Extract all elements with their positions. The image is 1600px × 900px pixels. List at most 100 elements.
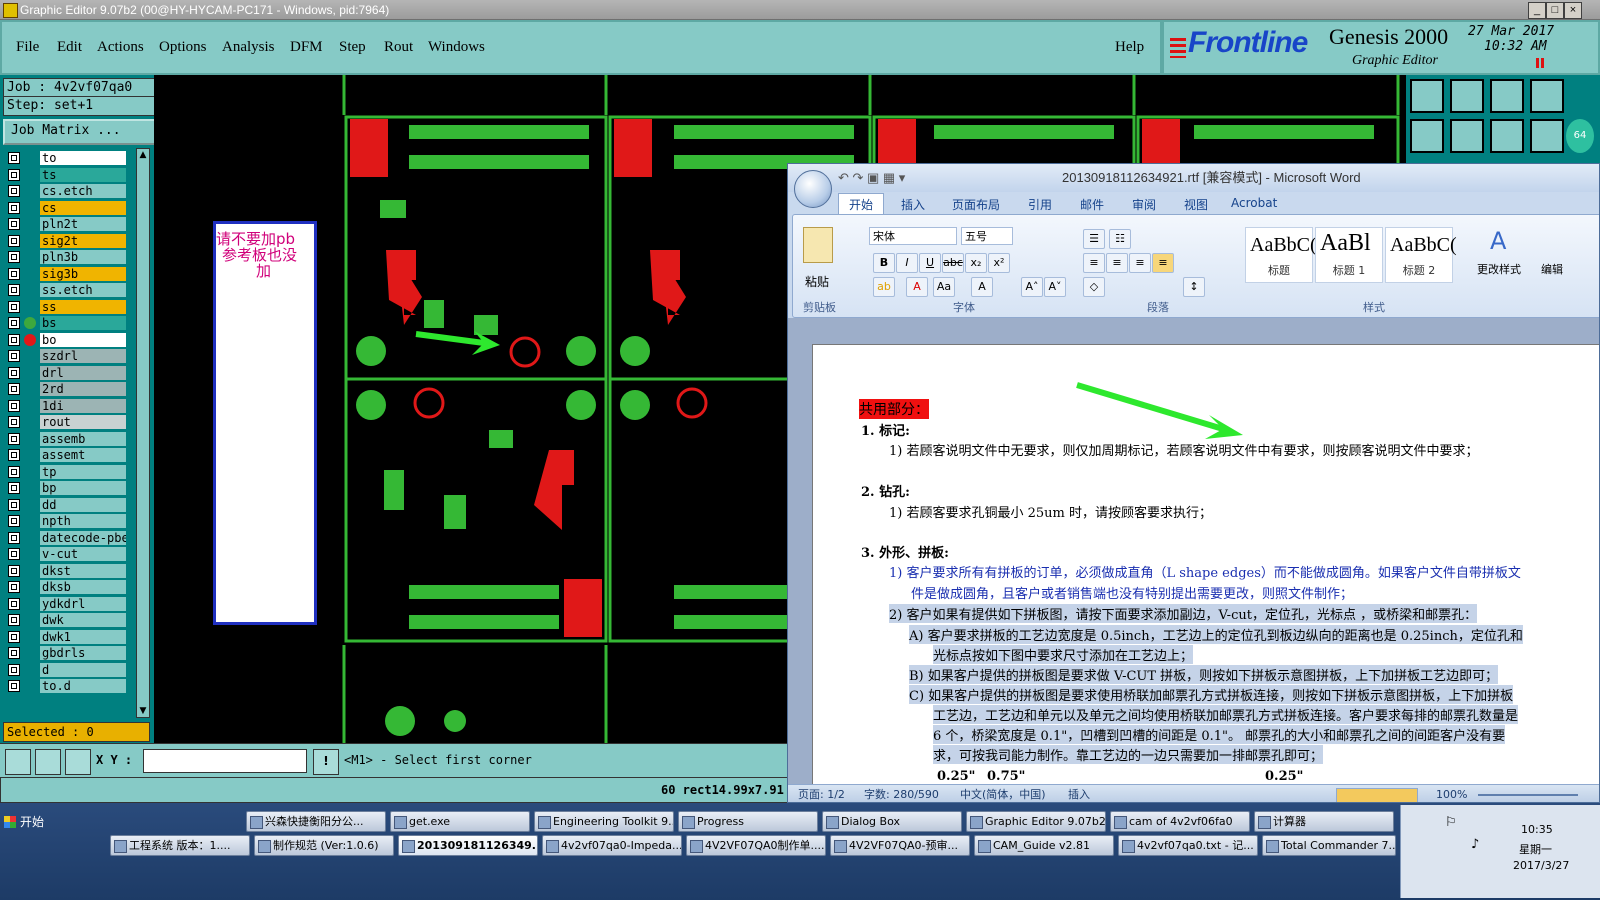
- layer-checkbox[interactable]: [8, 201, 20, 214]
- office-button-icon[interactable]: [794, 170, 832, 208]
- align-left-button[interactable]: ≡: [1083, 253, 1105, 273]
- justify-button[interactable]: ≡: [1152, 253, 1174, 273]
- tool-home-icon[interactable]: [1410, 79, 1444, 113]
- status-insert-mode[interactable]: 插入: [1068, 785, 1090, 802]
- layer-checkbox[interactable]: [8, 333, 20, 346]
- scroll-up-icon[interactable]: ▲: [138, 150, 148, 160]
- layer-row[interactable]: ss: [4, 299, 135, 315]
- status-language[interactable]: 中文(简体，中国): [960, 785, 1046, 802]
- layer-name[interactable]: dwk: [40, 613, 126, 627]
- layer-name[interactable]: bs: [40, 316, 126, 330]
- layer-checkbox[interactable]: [8, 614, 20, 626]
- bullets-button[interactable]: ☰: [1083, 229, 1105, 249]
- layer-checkbox[interactable]: [8, 185, 20, 197]
- underline-button[interactable]: U: [919, 253, 941, 273]
- grid-icon[interactable]: [65, 749, 91, 775]
- status-zoom[interactable]: 100%: [1436, 785, 1467, 802]
- layer-name[interactable]: d: [40, 662, 126, 677]
- view-buttons[interactable]: [1336, 788, 1418, 802]
- status-page[interactable]: 页面: 1/2: [798, 785, 845, 802]
- layer-name[interactable]: dwk1: [40, 629, 126, 644]
- layer-checkbox[interactable]: [8, 548, 20, 560]
- layer-checkbox[interactable]: [8, 482, 20, 494]
- layer-checkbox[interactable]: [8, 680, 20, 692]
- taskbar-button[interactable]: 4v2vf07qa0-Impeda...: [542, 835, 682, 856]
- taskbar-button[interactable]: get.exe: [390, 811, 530, 832]
- layer-row[interactable]: to: [4, 150, 135, 166]
- layer-checkbox[interactable]: [8, 630, 20, 643]
- numbering-button[interactable]: ☷: [1109, 229, 1131, 249]
- taskbar-button[interactable]: cam of 4v2vf06fa0: [1110, 811, 1250, 832]
- taskbar-button[interactable]: CAM_Guide v2.81: [974, 835, 1114, 856]
- taskbar-button[interactable]: Dialog Box: [822, 811, 962, 832]
- tray-security-icon[interactable]: ⚐: [1445, 815, 1457, 830]
- shrink-font-button[interactable]: A˅: [1044, 277, 1066, 297]
- tool-zoom-icon[interactable]: [1450, 79, 1484, 113]
- tab-review[interactable]: 审阅: [1132, 196, 1156, 213]
- layer-row[interactable]: bo: [4, 332, 135, 348]
- layer-name[interactable]: tp: [40, 464, 126, 479]
- document-page[interactable]: 共用部分： 1. 标记: 1) 若顾客说明文件中无要求，则仅加周期标记，若顾客说…: [812, 344, 1599, 786]
- tab-mailings[interactable]: 邮件: [1080, 196, 1104, 213]
- layer-checkbox[interactable]: [8, 564, 20, 577]
- layer-row[interactable]: bs: [4, 315, 135, 331]
- taskbar-button[interactable]: 4V2VF07QA0-预审...: [830, 835, 970, 856]
- layer-name[interactable]: ydkdrl: [40, 596, 126, 611]
- subscript-button[interactable]: x₂: [965, 253, 987, 273]
- layer-checkbox[interactable]: [8, 267, 20, 280]
- font-color-button[interactable]: A: [906, 277, 928, 297]
- layer-name[interactable]: rout: [40, 415, 126, 429]
- menu-windows[interactable]: Windows: [428, 39, 485, 56]
- layer-list-scrollbar[interactable]: ▲ ▼: [136, 148, 150, 718]
- tool-undo-icon[interactable]: [1490, 119, 1524, 153]
- menu-dfm[interactable]: DFM: [290, 39, 323, 56]
- layer-name[interactable]: dd: [40, 497, 126, 512]
- menu-analysis[interactable]: Analysis: [222, 39, 275, 56]
- sort-button[interactable]: ↕: [1183, 277, 1205, 297]
- tool-pan-left-icon[interactable]: [1410, 119, 1444, 153]
- highlight-button[interactable]: ab: [873, 277, 895, 297]
- layer-row[interactable]: rout: [4, 414, 135, 430]
- taskbar-button[interactable]: 4v2vf07qa0.txt - 记...: [1118, 835, 1258, 856]
- menu-edit[interactable]: Edit: [57, 39, 82, 56]
- layer-name[interactable]: dkst: [40, 563, 126, 578]
- menu-step[interactable]: Step: [339, 39, 366, 56]
- layer-checkbox[interactable]: [8, 647, 20, 659]
- layer-row[interactable]: ts: [4, 167, 135, 183]
- layer-row[interactable]: dkst: [4, 563, 135, 579]
- layer-name[interactable]: szdrl: [40, 349, 126, 363]
- layer-row[interactable]: assemb: [4, 431, 135, 447]
- layer-checkbox[interactable]: [8, 152, 20, 164]
- taskbar-button[interactable]: 工程系统 版本：1....: [110, 835, 250, 856]
- layer-row[interactable]: cs.etch: [4, 183, 135, 199]
- menu-options[interactable]: Options: [159, 39, 207, 56]
- layer-row[interactable]: szdrl: [4, 348, 135, 364]
- layer-name[interactable]: bo: [40, 332, 126, 347]
- layer-row[interactable]: drl: [4, 365, 135, 381]
- layer-name[interactable]: sig2t: [40, 233, 126, 248]
- taskbar-button[interactable]: Engineering Toolkit 9....: [534, 811, 674, 832]
- tab-references[interactable]: 引用: [1028, 196, 1052, 213]
- layer-checkbox[interactable]: [8, 300, 20, 313]
- tool-pan-right-icon[interactable]: [1450, 119, 1484, 153]
- taskbar-button[interactable]: 4V2VF07QA0制作单....: [686, 835, 826, 856]
- layer-checkbox[interactable]: [8, 597, 20, 610]
- menu-actions[interactable]: Actions: [97, 39, 144, 56]
- layer-checkbox[interactable]: [8, 284, 20, 296]
- layer-checkbox[interactable]: [8, 251, 20, 263]
- taskbar-button[interactable]: 201309181126349...: [398, 835, 538, 856]
- layer-checkbox[interactable]: [8, 449, 20, 461]
- layer-checkbox[interactable]: [8, 581, 20, 593]
- layer-checkbox[interactable]: [8, 515, 20, 527]
- layer-row[interactable]: dwk1: [4, 629, 135, 645]
- layer-name[interactable]: pln2t: [40, 217, 126, 231]
- status-words[interactable]: 字数: 280/590: [864, 785, 939, 802]
- layer-row[interactable]: gbdrls: [4, 645, 135, 661]
- tab-home[interactable]: 开始: [838, 193, 885, 215]
- layer-checkbox[interactable]: [8, 168, 20, 181]
- menu-file[interactable]: File: [16, 39, 39, 56]
- change-case-button[interactable]: Aa: [933, 277, 955, 297]
- style-heading-1[interactable]: AaBl 标题 1: [1315, 227, 1383, 283]
- layer-name[interactable]: sig3b: [40, 266, 126, 281]
- clock-time[interactable]: 10:35: [1521, 823, 1553, 836]
